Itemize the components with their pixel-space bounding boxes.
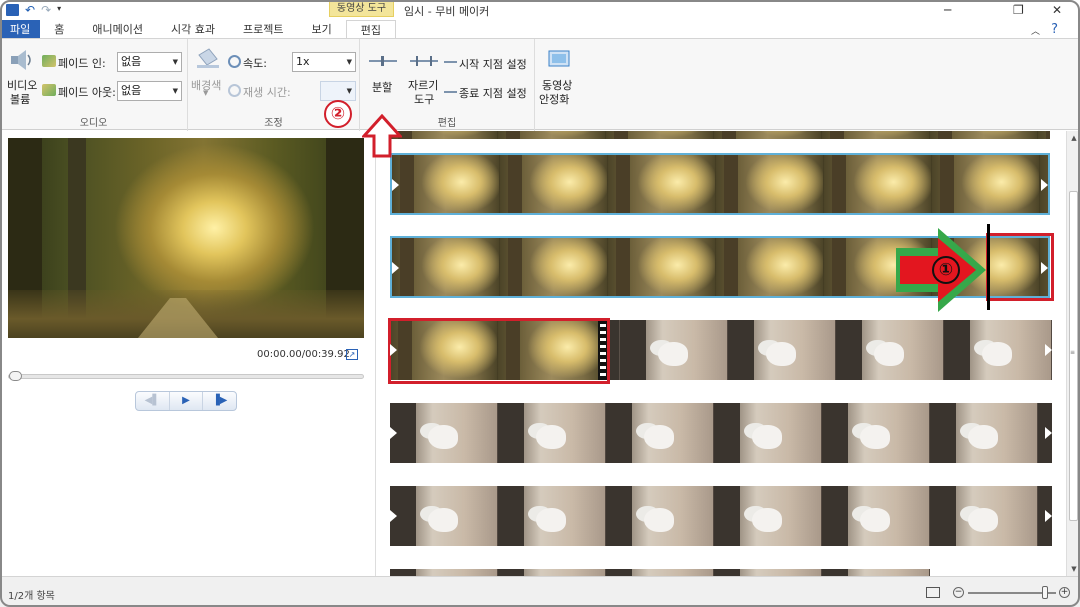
window-title: 임시 - 무비 메이커: [404, 5, 490, 18]
previous-frame-button[interactable]: ◀▌: [136, 392, 170, 410]
undo-icon[interactable]: ↶: [25, 4, 35, 16]
clip-strip[interactable]: [390, 131, 1050, 139]
stabilize-group: 동영상 안정화: [535, 39, 585, 131]
set-start-point-button[interactable]: 시작 지점 설정: [459, 56, 527, 72]
tab-file[interactable]: 파일: [0, 20, 41, 39]
fullscreen-icon[interactable]: ↗: [346, 349, 358, 360]
fade-in-select[interactable]: 없음 ▼: [117, 52, 182, 72]
step-1-badge: ①: [932, 256, 960, 284]
item-count: 1/2개 항목: [8, 591, 55, 602]
preview-pane: 00:00.00/00:39.92 ↗ ◀▌ ▶ ▐▶: [0, 131, 376, 576]
duration-label: 재생 시간:: [243, 86, 291, 99]
trim-tool-label-2[interactable]: 도구: [414, 91, 434, 107]
selected-clip-outline: [390, 153, 1050, 215]
scroll-grip-icon: ≡: [1070, 349, 1076, 356]
restore-button[interactable]: ❐: [1013, 3, 1024, 17]
title-bar: ↶ ↷ ▾ 동영상 도구 임시 - 무비 메이커 ─ ❐ ✕ 파일 홈 애니메이…: [0, 0, 1080, 40]
seek-bar[interactable]: [8, 374, 364, 379]
next-frame-button[interactable]: ▐▶: [203, 392, 236, 410]
stabilize-icon[interactable]: [546, 47, 572, 71]
speaker-icon[interactable]: [8, 47, 34, 73]
stabilize-label-2[interactable]: 안정화: [539, 91, 569, 107]
qat-menu-icon[interactable]: ▾: [57, 4, 61, 16]
trim-icon[interactable]: [410, 55, 438, 67]
thumbnail-size-icon[interactable]: [926, 587, 940, 598]
split-button[interactable]: 분할: [372, 79, 392, 95]
step-2-arrow: [362, 114, 402, 158]
paint-bucket-icon[interactable]: [195, 47, 221, 69]
tab-project[interactable]: 프로젝트: [229, 20, 297, 39]
tab-visual-effects[interactable]: 시각 효과: [157, 20, 229, 39]
close-button[interactable]: ✕: [1052, 3, 1062, 17]
clip-strip-squirrel-3[interactable]: [390, 569, 930, 576]
set-end-icon: [444, 91, 457, 93]
speed-select[interactable]: 1x ▼: [292, 52, 356, 72]
background-color-arrow[interactable]: ▼: [203, 89, 208, 97]
video-volume-label-2[interactable]: 볼륨: [10, 91, 30, 107]
trim-highlight: [388, 318, 610, 384]
seek-thumb[interactable]: [9, 371, 22, 381]
timecode: 00:00.00/00:39.92: [257, 349, 350, 360]
minimize-button[interactable]: ─: [944, 3, 951, 17]
zoom-slider-thumb[interactable]: [1041, 586, 1048, 599]
duration-icon: [228, 84, 241, 97]
zoom-out-button[interactable]: −: [953, 587, 964, 598]
set-end-point-button[interactable]: 종료 지점 설정: [459, 85, 527, 101]
scroll-down-icon[interactable]: ▼: [1067, 562, 1080, 576]
audio-group: 비디오 볼륨 페이드 인: 없음 ▼ 페이드 아웃: 없음 ▼ 오디오: [0, 39, 188, 131]
video-preview[interactable]: [8, 138, 364, 338]
ribbon: 비디오 볼륨 페이드 인: 없음 ▼ 페이드 아웃: 없음 ▼ 오디오 배경색 ▼ …: [0, 38, 1080, 131]
tab-animation[interactable]: 애니메이션: [78, 20, 157, 39]
playhead[interactable]: [987, 224, 990, 310]
tab-view[interactable]: 보기: [297, 20, 345, 39]
fade-out-select[interactable]: 없음 ▼: [117, 81, 182, 101]
clip-strip-squirrel-1[interactable]: [390, 403, 1052, 463]
collapse-ribbon-icon[interactable]: ︿: [1031, 24, 1040, 37]
clip-strip-squirrel-2[interactable]: [390, 486, 1052, 546]
play-button[interactable]: ▶: [170, 392, 204, 410]
audio-group-label: 오디오: [79, 118, 108, 129]
set-start-icon: [444, 61, 457, 63]
ribbon-tabs: 파일 홈 애니메이션 시각 효과 프로젝트 보기 편집: [0, 20, 396, 40]
storyboard-scrollbar[interactable]: ▲ ≡ ▼: [1066, 131, 1080, 576]
step-2-badge: ②: [324, 100, 352, 128]
save-icon[interactable]: [6, 4, 19, 16]
context-tab-group: 동영상 도구: [329, 0, 394, 17]
redo-icon[interactable]: ↷: [41, 4, 51, 16]
tab-home[interactable]: 홈: [40, 20, 78, 39]
speed-label: 속도:: [243, 57, 267, 70]
duration-select[interactable]: ▼: [320, 81, 356, 101]
fade-in-icon: [42, 55, 56, 67]
tab-edit[interactable]: 편집: [345, 20, 396, 40]
fade-out-label: 페이드 아웃:: [58, 86, 116, 99]
playback-controls: ◀▌ ▶ ▐▶: [135, 391, 237, 411]
split-icon[interactable]: [369, 55, 397, 67]
storyboard: [376, 131, 1066, 576]
speed-icon: [228, 55, 241, 68]
scroll-thumb[interactable]: [1069, 191, 1078, 521]
fade-out-icon: [42, 84, 56, 96]
quick-access-toolbar: ↶ ↷ ▾: [6, 2, 61, 18]
fade-in-label: 페이드 인:: [58, 57, 106, 70]
status-bar: 1/2개 항목 − +: [0, 576, 1080, 607]
zoom-in-button[interactable]: +: [1059, 587, 1070, 598]
scroll-up-icon[interactable]: ▲: [1067, 131, 1080, 145]
help-icon[interactable]: ?: [1051, 22, 1058, 37]
